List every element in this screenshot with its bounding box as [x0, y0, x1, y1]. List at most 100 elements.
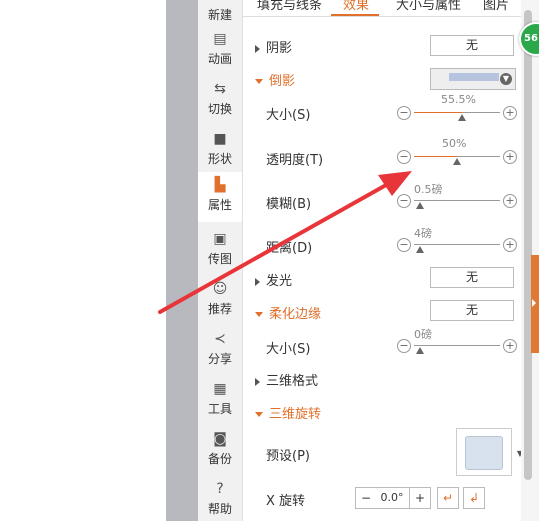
- decrease-icon[interactable]: −: [397, 106, 411, 120]
- reflection-distance-label: 距离(D): [266, 241, 313, 256]
- canvas-area: [0, 0, 166, 521]
- section-reflection[interactable]: 倒影: [255, 70, 295, 89]
- strip-upload-image[interactable]: ▣ 传图: [198, 226, 242, 274]
- reflection-blur-slider[interactable]: − 0.5磅 +: [397, 183, 517, 211]
- strip-recommend[interactable]: ☺ 推荐: [198, 276, 242, 324]
- slider-thumb[interactable]: [416, 347, 424, 354]
- decrease-icon[interactable]: −: [397, 150, 411, 164]
- section-soft-edges[interactable]: 柔化边缘: [255, 303, 321, 322]
- tab-picture[interactable]: 图片: [483, 0, 509, 13]
- strip-upload-image-label: 传图: [207, 252, 232, 266]
- decrease-icon[interactable]: −: [397, 194, 411, 208]
- section-soft-edges-label: 柔化边缘: [269, 307, 322, 322]
- increase-icon[interactable]: +: [503, 238, 517, 252]
- reflection-blur-value: 0.5磅: [414, 183, 443, 196]
- section-shadow[interactable]: 阴影: [255, 37, 292, 56]
- reflection-transparency-value: 50%: [442, 137, 467, 150]
- slider-track: [414, 244, 500, 245]
- slider-track: [414, 345, 500, 346]
- strip-properties-label: 属性: [207, 198, 232, 212]
- strip-animation-label: 动画: [207, 52, 232, 66]
- shadow-preset-button[interactable]: 无: [430, 35, 514, 56]
- slider-track: [414, 200, 500, 201]
- soft-edges-size-value: 0磅: [414, 328, 432, 341]
- chevron-right-icon: [255, 377, 260, 386]
- chevron-down-icon: [255, 79, 263, 84]
- tab-fill-line[interactable]: 填充与线条: [257, 0, 322, 13]
- strip-backup[interactable]: ◙ 备份: [198, 426, 242, 474]
- rotate-left-button[interactable]: ↵: [437, 487, 459, 509]
- slider-fill: [414, 112, 462, 113]
- strip-animation[interactable]: ▤ 动画: [198, 26, 242, 74]
- slide-border: [166, 0, 198, 521]
- x-rotation-increase-button[interactable]: +: [409, 487, 431, 509]
- reflection-size-value: 55.5%: [441, 93, 476, 106]
- dropdown-arrow-icon: ▼: [500, 73, 512, 85]
- reflection-transparency-label: 透明度(T): [266, 153, 324, 168]
- strip-backup-label: 备份: [207, 452, 232, 466]
- slider-thumb[interactable]: [453, 158, 461, 165]
- glow-preset-button[interactable]: 无: [430, 267, 514, 288]
- strip-properties[interactable]: ▙ 属性: [198, 172, 242, 222]
- soft-edges-preset-button[interactable]: 无: [430, 300, 514, 321]
- recommend-icon: ☺: [212, 281, 228, 297]
- x-rotation-input[interactable]: 0.0°: [375, 487, 409, 509]
- animation-icon: ▤: [213, 31, 227, 47]
- decrease-icon[interactable]: −: [397, 339, 411, 353]
- strip-share[interactable]: ≺ 分享: [198, 326, 242, 374]
- active-tab-indicator: [331, 14, 379, 16]
- chevron-right-icon: [255, 277, 260, 286]
- increase-icon[interactable]: +: [503, 339, 517, 353]
- increase-icon[interactable]: +: [503, 194, 517, 208]
- strip-recommend-label: 推荐: [207, 302, 232, 316]
- increase-icon[interactable]: +: [503, 106, 517, 120]
- slider-thumb[interactable]: [416, 202, 424, 209]
- strip-transition-label: 切换: [207, 102, 232, 116]
- strip-shape[interactable]: ■ 形状: [198, 126, 242, 174]
- reflection-preset-dropdown[interactable]: ▼: [430, 68, 516, 90]
- tab-effects[interactable]: 效果: [343, 0, 369, 13]
- slider-fill: [414, 156, 457, 157]
- section-reflection-label: 倒影: [269, 74, 296, 89]
- share-icon: ≺: [214, 331, 226, 347]
- decrease-icon[interactable]: −: [397, 238, 411, 252]
- upload-image-icon: ▣: [213, 231, 227, 247]
- rotation-preset-dropdown[interactable]: ▼: [456, 428, 523, 476]
- strip-help[interactable]: ? 帮助: [198, 476, 242, 524]
- section-shadow-label: 阴影: [266, 41, 293, 56]
- x-rotation-decrease-button[interactable]: −: [355, 487, 377, 509]
- effects-panel: 填充与线条 效果 大小与属性 图片 阴影 无 倒影 ▼ 大小(S) − 55.5…: [243, 0, 523, 521]
- soft-edges-size-slider[interactable]: − 0磅 +: [397, 328, 517, 356]
- reflection-size-slider[interactable]: − 55.5% +: [397, 93, 517, 123]
- rotate-right-button[interactable]: ↲: [463, 487, 485, 509]
- properties-icon: ▙: [214, 177, 226, 193]
- reflection-transparency-slider[interactable]: − 50% +: [397, 137, 517, 167]
- toolbox-icon: ▦: [213, 381, 227, 397]
- section-3d-rotation[interactable]: 三维旋转: [255, 403, 321, 422]
- collapse-panel-tab[interactable]: [531, 255, 539, 353]
- shape-icon: ■: [213, 131, 227, 147]
- backup-icon: ◙: [213, 431, 227, 447]
- increase-icon[interactable]: +: [503, 150, 517, 164]
- scrollbar-thumb[interactable]: [524, 10, 532, 480]
- strip-transition[interactable]: ⇆ 切换: [198, 76, 242, 124]
- reflection-distance-value: 4磅: [414, 227, 432, 240]
- rotation-preset-swatch: [465, 436, 503, 470]
- tab-size-properties[interactable]: 大小与属性: [396, 0, 461, 13]
- slider-thumb[interactable]: [457, 114, 466, 121]
- strip-toolbox[interactable]: ▦ 工具: [198, 376, 242, 424]
- section-3d-format[interactable]: 三维格式: [255, 370, 318, 389]
- help-icon: ?: [216, 481, 224, 497]
- section-glow[interactable]: 发光: [255, 270, 292, 289]
- rotation-preset-label: 预设(P): [266, 449, 310, 464]
- chevron-down-icon: [255, 412, 263, 417]
- reflection-preset-swatch: [449, 73, 499, 81]
- strip-help-label: 帮助: [207, 502, 232, 516]
- reflection-distance-slider[interactable]: − 4磅 +: [397, 227, 517, 255]
- reflection-blur-label: 模糊(B): [266, 197, 312, 212]
- x-rotation-label: X 旋转: [266, 494, 306, 509]
- section-glow-label: 发光: [266, 274, 293, 289]
- side-toolbar: ✚ 新建 ▤ 动画 ⇆ 切换 ■ 形状 ▙ 属性 ▣ 传图 ☺ 推荐 ≺ 分享 …: [198, 0, 243, 521]
- strip-share-label: 分享: [207, 352, 232, 366]
- slider-thumb[interactable]: [416, 246, 424, 253]
